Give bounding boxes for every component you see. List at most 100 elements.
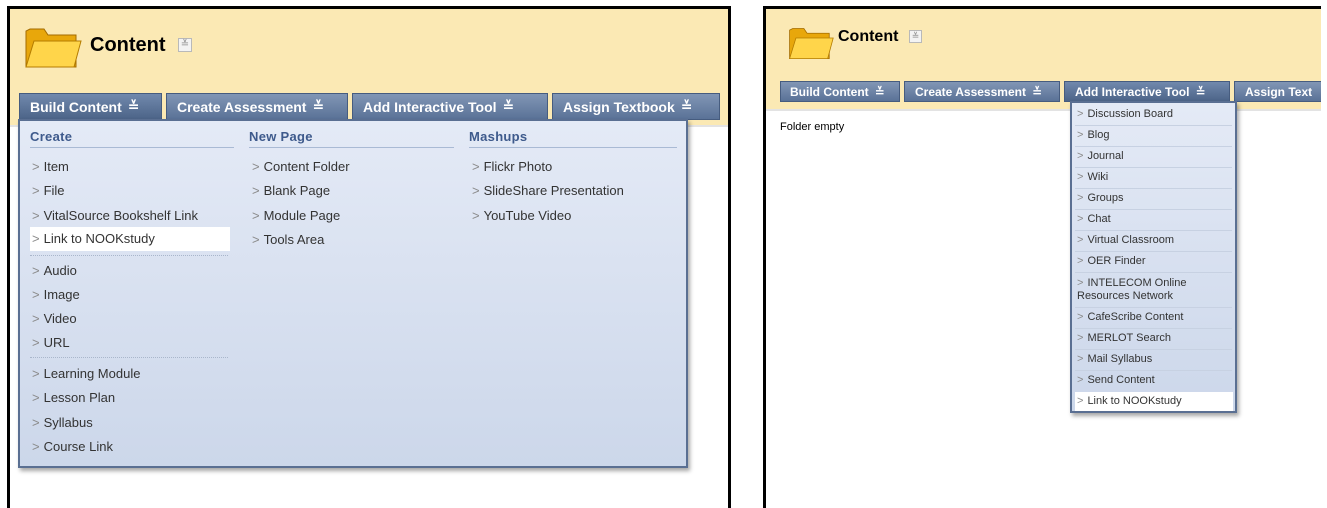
left-screenshot-panel: Content ≚ Build Content ≚ Create Assessm…	[7, 6, 731, 508]
menu-item-audio[interactable]: > Audio	[32, 263, 77, 278]
chevron-down-icon: ≚	[680, 98, 693, 114]
add-interactive-tool-button[interactable]: Add Interactive Tool ≚	[352, 93, 548, 120]
menu-item-label: Tools Area	[263, 232, 325, 247]
menu-item-label: URL	[43, 335, 70, 350]
menu-item-label: Image	[43, 287, 80, 302]
menu-separator	[1075, 167, 1232, 168]
menu-item-file[interactable]: > File	[32, 183, 65, 198]
menu-separator	[1075, 146, 1232, 147]
menu-item-label: Lesson Plan	[43, 390, 116, 405]
mashups-heading: Mashups	[469, 129, 677, 148]
content-toolbar: Build Content ≚ Create Assessment ≚ Add …	[19, 93, 720, 120]
menu-item-chat[interactable]: > Chat	[1077, 213, 1111, 225]
menu-item-label: MERLOT Search	[1087, 332, 1171, 344]
menu-item-wiki[interactable]: > Wiki	[1077, 171, 1108, 183]
menu-item-intelecom[interactable]: > INTELECOM Online Resources Network	[1077, 277, 1227, 303]
menu-item-label: Course Link	[43, 439, 113, 454]
assign-textbook-button[interactable]: Assign Textbook ≚	[552, 93, 720, 120]
menu-item-lesson-plan[interactable]: > Lesson Plan	[32, 390, 115, 405]
menu-separator	[30, 255, 228, 256]
create-assessment-label: Create Assessment	[915, 84, 1026, 99]
create-assessment-button[interactable]: Create Assessment ≚	[904, 81, 1060, 102]
menu-item-item[interactable]: > Item	[32, 159, 69, 174]
menu-item-link-to-nookstudy[interactable]: > Link to NOOKstudy	[1075, 392, 1233, 411]
content-toolbar: Build Content ≚ Create Assessment ≚ Add …	[780, 81, 1321, 102]
build-content-menu: Create New Page Mashups > Item > File > Vit…	[18, 119, 688, 468]
arrow-icon: >	[1077, 332, 1084, 344]
menu-item-label: Blank Page	[263, 183, 331, 198]
title-options-icon[interactable]: ≚	[178, 38, 192, 52]
assign-textbook-label: Assign Textbook	[563, 98, 675, 115]
menu-item-video[interactable]: > Video	[32, 311, 77, 326]
chevron-down-icon: ≚	[502, 98, 515, 114]
menu-item-label: Flickr Photo	[483, 159, 553, 174]
menu-item-label: CafeScribe Content	[1087, 311, 1184, 323]
arrow-icon: >	[1077, 171, 1084, 183]
chevron-down-icon: ≚	[312, 98, 325, 114]
arrow-icon: >	[1077, 374, 1084, 386]
menu-item-send-content[interactable]: > Send Content	[1077, 374, 1155, 386]
menu-item-vitalsource[interactable]: > VitalSource Bookshelf Link	[32, 208, 198, 223]
header-divider	[766, 109, 1321, 111]
arrow-icon: >	[32, 439, 40, 454]
menu-item-syllabus[interactable]: > Syllabus	[32, 415, 93, 430]
menu-separator	[1075, 272, 1232, 273]
menu-item-merlot-search[interactable]: > MERLOT Search	[1077, 332, 1171, 344]
menu-item-course-link[interactable]: > Course Link	[32, 439, 113, 454]
arrow-icon: >	[32, 366, 40, 381]
menu-item-virtual-classroom[interactable]: > Virtual Classroom	[1077, 234, 1174, 246]
menu-item-flickr-photo[interactable]: > Flickr Photo	[472, 159, 552, 174]
menu-item-content-folder[interactable]: > Content Folder	[252, 159, 350, 174]
build-content-button[interactable]: Build Content ≚	[780, 81, 900, 102]
menu-separator	[1075, 328, 1232, 329]
arrow-icon: >	[32, 311, 40, 326]
menu-item-link-to-nookstudy[interactable]: > Link to NOOKstudy	[30, 227, 230, 251]
menu-separator	[1075, 188, 1232, 189]
arrow-icon: >	[32, 159, 40, 174]
create-assessment-button[interactable]: Create Assessment ≚	[166, 93, 348, 120]
add-interactive-tool-label: Add Interactive Tool	[363, 98, 497, 115]
assign-textbook-button[interactable]: Assign Text	[1234, 81, 1321, 102]
menu-item-module-page[interactable]: > Module Page	[252, 208, 340, 223]
page-title: Content	[90, 34, 166, 56]
menu-item-label: Groups	[1087, 192, 1124, 204]
menu-item-blank-page[interactable]: > Blank Page	[252, 183, 330, 198]
menu-item-learning-module[interactable]: > Learning Module	[32, 366, 140, 381]
menu-item-label: Journal	[1087, 150, 1124, 162]
arrow-icon: >	[1077, 108, 1084, 120]
arrow-icon: >	[252, 183, 260, 198]
menu-item-label: Blog	[1087, 129, 1110, 141]
menu-item-oer-finder[interactable]: > OER Finder	[1077, 255, 1146, 267]
menu-item-youtube-video[interactable]: > YouTube Video	[472, 208, 571, 223]
menu-separator	[1075, 125, 1232, 126]
menu-item-cafescribe[interactable]: > CafeScribe Content	[1077, 311, 1183, 323]
build-content-button[interactable]: Build Content ≚	[19, 93, 162, 120]
assign-textbook-label: Assign Text	[1245, 84, 1313, 99]
add-interactive-tool-button[interactable]: Add Interactive Tool ≚	[1064, 81, 1230, 102]
arrow-icon: >	[1077, 255, 1084, 267]
arrow-icon: >	[472, 183, 480, 198]
menu-separator	[1075, 307, 1232, 308]
add-interactive-tool-label: Add Interactive Tool	[1075, 84, 1190, 99]
arrow-icon: >	[1077, 311, 1084, 323]
menu-item-blog[interactable]: > Blog	[1077, 129, 1109, 141]
add-interactive-tool-menu: > Discussion Board > Blog > Journal > Wiki >…	[1070, 101, 1237, 413]
menu-item-label: Item	[43, 159, 69, 174]
title-options-icon[interactable]: ≚	[909, 30, 922, 43]
arrow-icon: >	[472, 208, 480, 223]
menu-item-label: Video	[43, 311, 77, 326]
menu-item-label: Learning Module	[43, 366, 141, 381]
menu-item-label: Link to NOOKstudy	[43, 231, 155, 246]
menu-separator	[1075, 349, 1232, 350]
menu-item-groups[interactable]: > Groups	[1077, 192, 1124, 204]
menu-item-tools-area[interactable]: > Tools Area	[252, 232, 324, 247]
menu-item-url[interactable]: > URL	[32, 335, 70, 350]
menu-item-slideshare[interactable]: > SlideShare Presentation	[472, 183, 624, 198]
menu-item-image[interactable]: > Image	[32, 287, 80, 302]
menu-item-label: File	[43, 183, 65, 198]
menu-item-discussion-board[interactable]: > Discussion Board	[1077, 108, 1173, 120]
menu-item-mail-syllabus[interactable]: > Mail Syllabus	[1077, 353, 1152, 365]
create-assessment-label: Create Assessment	[177, 98, 307, 115]
arrow-icon: >	[472, 159, 480, 174]
menu-item-journal[interactable]: > Journal	[1077, 150, 1124, 162]
